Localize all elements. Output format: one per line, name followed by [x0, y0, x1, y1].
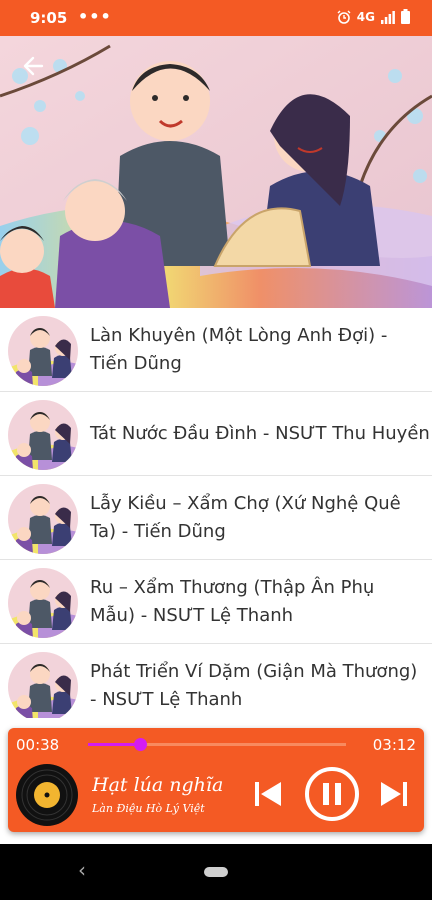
back-arrow-icon[interactable] — [20, 52, 48, 80]
battery-icon — [401, 9, 410, 24]
song-thumbnail — [8, 400, 78, 470]
pause-icon[interactable] — [304, 766, 360, 822]
seek-progress — [88, 743, 140, 746]
song-title: Làn Khuyên (Một Lòng Anh Đợi) - Tiến Dũn… — [90, 325, 388, 374]
album-banner-image — [0, 36, 432, 308]
nav-back-icon[interactable]: ‹ — [78, 858, 86, 882]
song-thumbnail — [8, 652, 78, 718]
now-playing-title: Hạt lúa nghĩa — [92, 774, 224, 796]
current-time: 00:38 — [16, 736, 60, 754]
total-time: 03:12 — [372, 736, 416, 754]
status-bar: 9:05 ••• 4G — [0, 0, 432, 36]
song-thumbnail — [8, 316, 78, 386]
song-list: Làn Khuyên (Một Lòng Anh Đợi) - Tiến Dũn… — [0, 308, 432, 718]
song-list-item[interactable]: Tát Nước Đầu Đình - NSƯT Thu Huyền — [0, 392, 432, 476]
song-list-item[interactable]: Phát Triển Ví Dặm (Giận Mà Thương) - NSƯ… — [0, 644, 432, 718]
seek-bar[interactable] — [88, 738, 346, 751]
signal-icon — [381, 10, 395, 24]
network-label: 4G — [356, 9, 375, 24]
vinyl-disc-icon — [16, 764, 78, 826]
next-icon[interactable] — [378, 778, 410, 810]
song-title: Ru – Xẩm Thương (Thập Ân Phụ Mẫu) - NSƯT… — [90, 577, 375, 626]
song-title: Lẫy Kiều – Xẩm Chợ (Xứ Nghệ Quê Ta) - Ti… — [90, 493, 401, 542]
song-list-item[interactable]: Làn Khuyên (Một Lòng Anh Đợi) - Tiến Dũn… — [0, 308, 432, 392]
song-title: Phát Triển Ví Dặm (Giận Mà Thương) - NSƯ… — [90, 661, 418, 710]
song-title: Tát Nước Đầu Đình - NSƯT Thu Huyền — [90, 423, 430, 444]
status-icons: 4G — [337, 9, 410, 24]
now-playing-subtitle: Làn Điệu Hò Lý Việt — [92, 802, 205, 815]
system-nav-bar: ‹ — [0, 844, 432, 900]
status-time: 9:05 — [30, 9, 68, 27]
previous-icon[interactable] — [252, 778, 284, 810]
song-thumbnail — [8, 568, 78, 638]
seek-thumb[interactable] — [133, 738, 147, 751]
nav-home-pill[interactable] — [204, 867, 228, 877]
mini-player: 00:38 03:12 Hạt lúa nghĩa Làn Điệu Hò Lý… — [8, 728, 424, 832]
song-list-item[interactable]: Ru – Xẩm Thương (Thập Ân Phụ Mẫu) - NSƯT… — [0, 560, 432, 644]
alarm-icon — [337, 10, 351, 24]
status-notification-dots: ••• — [78, 7, 112, 26]
song-thumbnail — [8, 484, 78, 554]
song-list-item[interactable]: Lẫy Kiều – Xẩm Chợ (Xứ Nghệ Quê Ta) - Ti… — [0, 476, 432, 560]
